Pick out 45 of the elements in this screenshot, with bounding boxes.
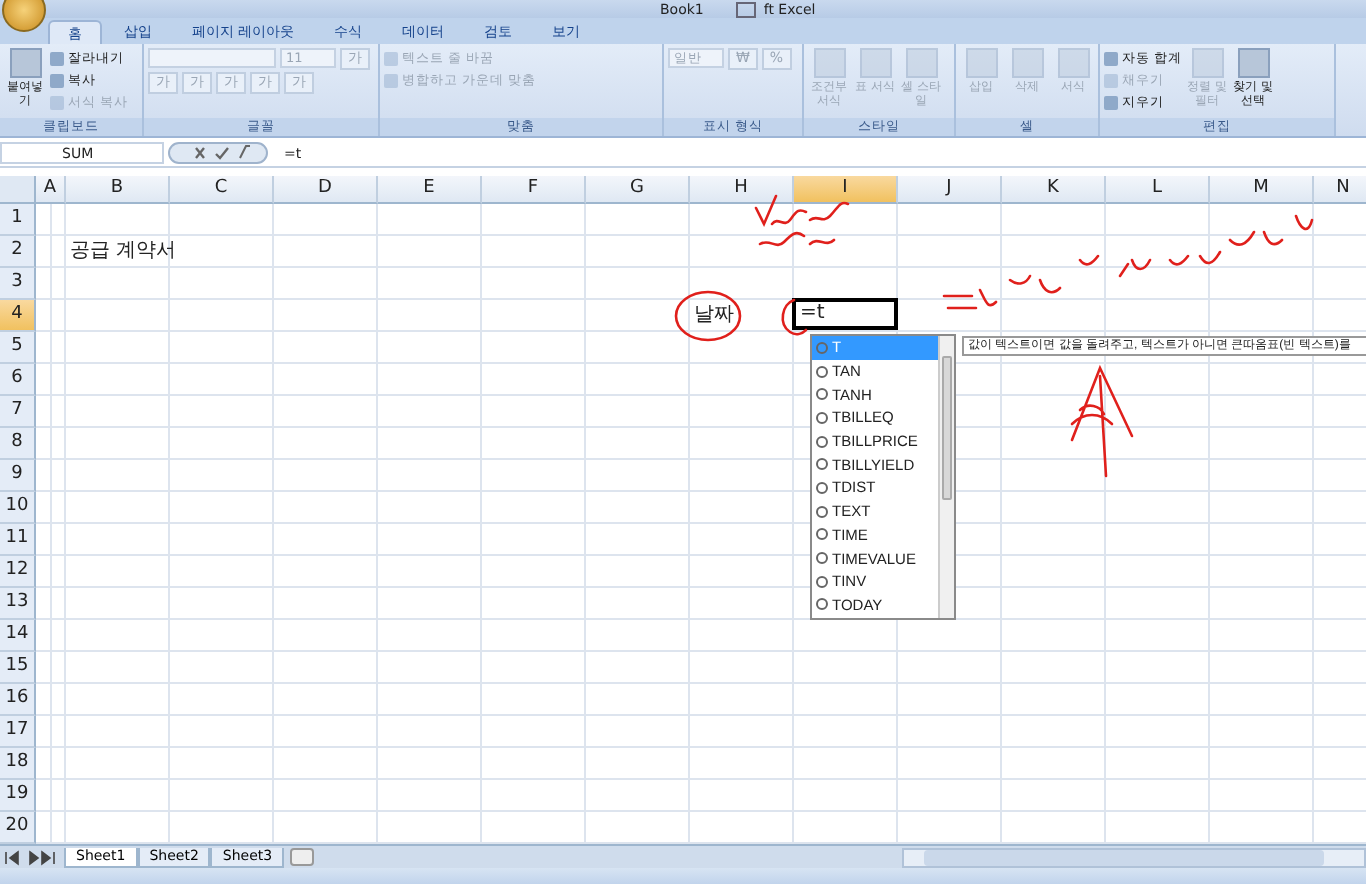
column-header[interactable]: N	[1314, 176, 1366, 204]
row-header[interactable]: 16	[0, 684, 36, 716]
row-header[interactable]: 3	[0, 268, 36, 300]
column-header[interactable]: H	[690, 176, 794, 204]
row-header[interactable]: 20	[0, 812, 36, 844]
row-header[interactable]: 18	[0, 748, 36, 780]
column-header[interactable]: E	[378, 176, 482, 204]
column-header[interactable]: G	[586, 176, 690, 204]
formula-buttons-icon[interactable]	[168, 142, 268, 164]
column-header[interactable]: B	[66, 176, 170, 204]
new-sheet-icon[interactable]	[290, 848, 315, 866]
column-header[interactable]: F	[482, 176, 586, 204]
horizontal-scrollbar[interactable]	[902, 847, 1366, 867]
row-header[interactable]: 12	[0, 556, 36, 588]
row-header[interactable]: 15	[0, 652, 36, 684]
row-header[interactable]: 17	[0, 716, 36, 748]
row-header[interactable]: 8	[0, 428, 36, 460]
column-header[interactable]: C	[170, 176, 274, 204]
row-header[interactable]: 2	[0, 236, 36, 268]
row-header[interactable]: 6	[0, 364, 36, 396]
active-cell[interactable]: =t	[792, 298, 898, 330]
column-header[interactable]: D	[274, 176, 378, 204]
row-header[interactable]: 9	[0, 460, 36, 492]
vertical-scrollbar[interactable]	[938, 336, 954, 618]
row-header[interactable]: 7	[0, 396, 36, 428]
column-header[interactable]: M	[1210, 176, 1314, 204]
caret-mark-drawing	[1070, 366, 1134, 478]
cell-text: 날짜	[692, 302, 734, 330]
column-header[interactable]: A	[36, 176, 66, 204]
row-header[interactable]: 13	[0, 588, 36, 620]
select-all-corner[interactable]	[0, 176, 36, 204]
circle-mark	[674, 290, 742, 342]
row-header[interactable]: 14	[0, 620, 36, 652]
row-header[interactable]: 10	[0, 492, 36, 524]
cell-text: 공급 계약서	[68, 238, 177, 266]
handwriting-drawing	[754, 194, 850, 247]
column-header[interactable]: I	[794, 176, 898, 204]
row-header[interactable]: 11	[0, 524, 36, 556]
column-header[interactable]: K	[1002, 176, 1106, 204]
column-header[interactable]: J	[898, 176, 1002, 204]
column-header[interactable]: L	[1106, 176, 1210, 204]
row-header[interactable]: 4	[0, 300, 36, 332]
row-header[interactable]: 1	[0, 204, 36, 236]
row-header[interactable]: 5	[0, 332, 36, 364]
row-header[interactable]: 19	[0, 780, 36, 812]
